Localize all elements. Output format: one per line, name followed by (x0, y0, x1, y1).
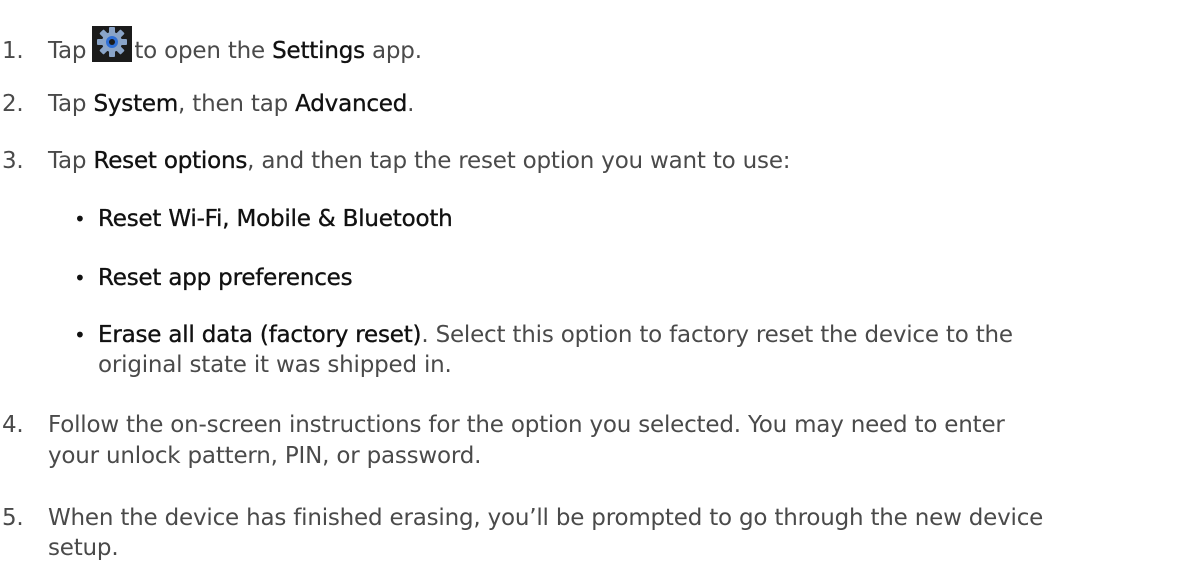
option-label: Reset app preferences (98, 265, 353, 291)
step-text: Tap (48, 38, 87, 64)
option-description: . Select this option to factory reset th… (421, 322, 1013, 348)
step-5: 5. When the device has finished erasing, … (0, 503, 1043, 533)
reset-options-menu-name: Reset options (93, 148, 248, 174)
option-erase-all-data: • Erase all data (factory reset). Select … (74, 320, 1013, 350)
step-number: 4. (2, 412, 24, 438)
settings-gear-icon (92, 26, 133, 62)
instructions-document: 1. Tap to open the Settings app. 2. Tap Sys… (0, 0, 1200, 583)
step-text: your unlock pattern, PIN, or password. (48, 443, 482, 469)
bullet: • (74, 323, 86, 347)
option-reset-network: • Reset Wi-Fi, Mobile & Bluetooth (74, 204, 453, 234)
step-text: Tap (48, 91, 87, 117)
step-text: , and then tap the reset option you want… (247, 148, 791, 174)
step-text: When the device has finished erasing, yo… (48, 505, 1044, 531)
step-4: 4. Follow the on-screen instructions for … (0, 410, 1005, 440)
option-erase-all-data-continued: original state it was shipped in. (98, 350, 452, 380)
step-text: Tap (48, 148, 87, 174)
step-3: 3. Tap Reset options, and then tap the re… (0, 146, 791, 176)
option-label: Erase all data (factory reset) (98, 322, 422, 348)
step-text: . (407, 91, 415, 117)
bullet: • (74, 207, 86, 231)
step-text: to open the (134, 38, 266, 64)
step-number: 2. (2, 91, 24, 117)
step-2: 2. Tap System, then tap Advanced. (0, 89, 414, 119)
step-text: setup. (48, 535, 119, 561)
option-reset-app-preferences: • Reset app preferences (74, 263, 353, 293)
step-number: 3. (2, 148, 24, 174)
option-description: original state it was shipped in. (98, 352, 452, 378)
step-text: , then tap (178, 91, 289, 117)
step-5-continued: setup. (48, 533, 119, 563)
bullet: • (74, 266, 86, 290)
step-text: Follow the on-screen instructions for th… (48, 412, 1005, 438)
step-4-continued: your unlock pattern, PIN, or password. (48, 441, 481, 471)
advanced-menu-name: Advanced (295, 91, 408, 117)
step-1: 1. Tap to open the Settings app. (0, 26, 422, 66)
option-label: Reset Wi-Fi, Mobile & Bluetooth (98, 206, 453, 232)
system-menu-name: System (93, 91, 179, 117)
step-number: 5. (2, 505, 24, 531)
settings-app-name: Settings (272, 38, 365, 64)
step-number: 1. (2, 38, 24, 64)
step-text: app. (372, 38, 422, 64)
